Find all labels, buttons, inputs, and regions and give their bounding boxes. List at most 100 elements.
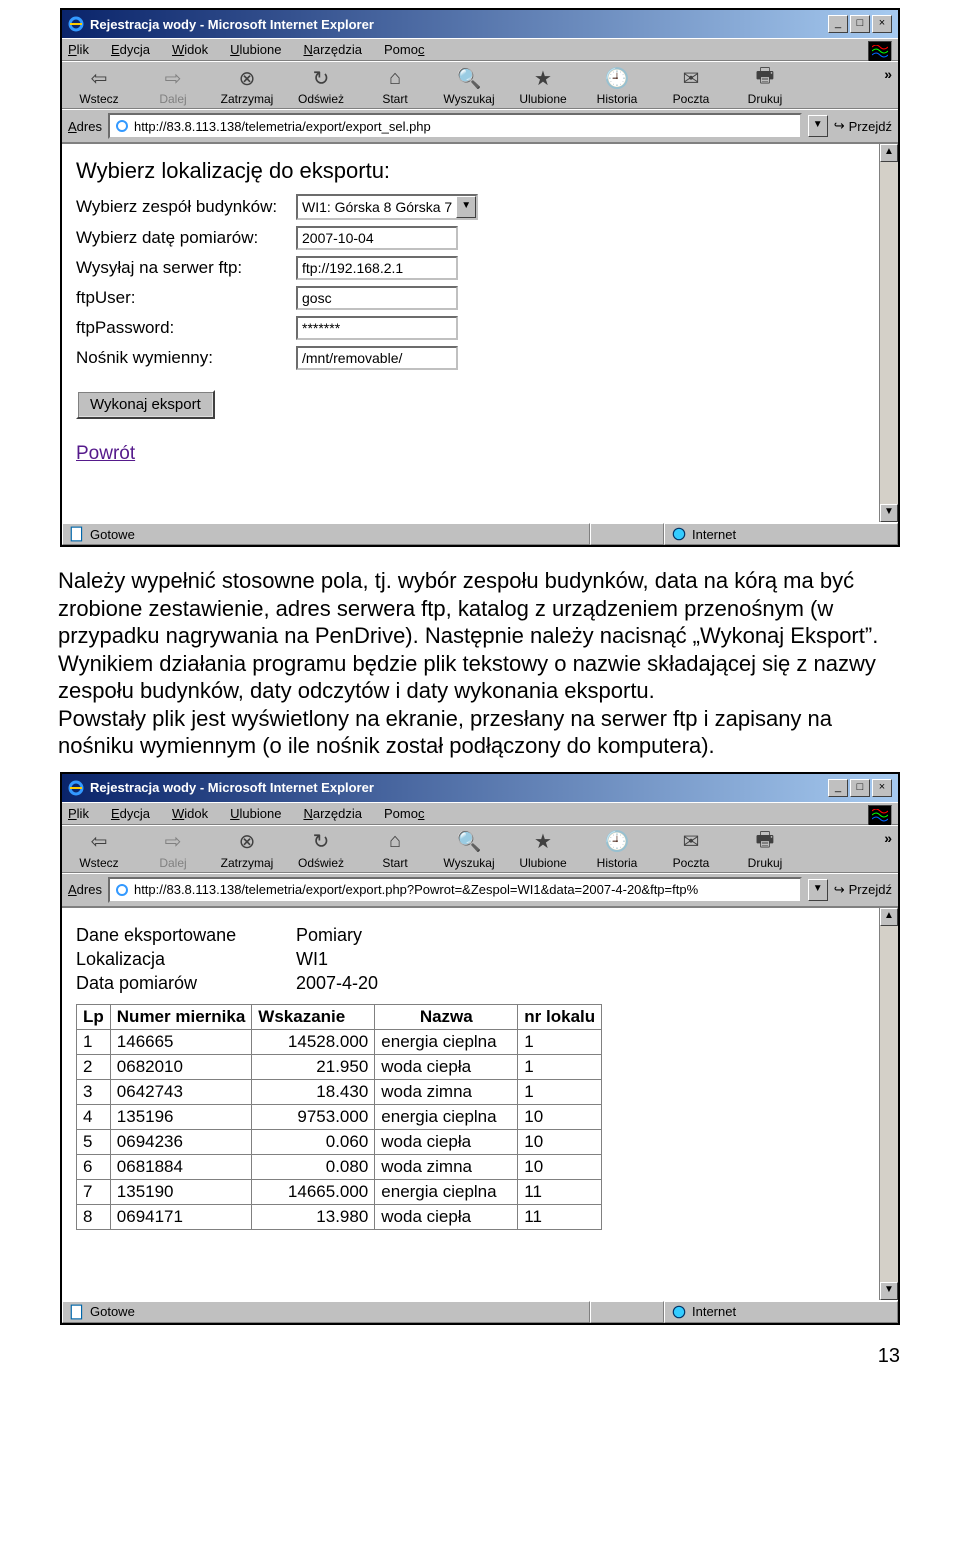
address-dropdown-icon[interactable]: ▼ (808, 115, 828, 137)
mail-button[interactable]: ✉Poczta (660, 830, 722, 870)
go-button[interactable]: ↪ Przejdź (834, 882, 892, 898)
menu-plik[interactable]: Plik (68, 806, 89, 821)
search-button[interactable]: 🔍Wyszukaj (438, 66, 500, 106)
refresh-button[interactable]: ↻Odśwież (290, 66, 352, 106)
address-field[interactable]: http://83.8.113.138/telemetria/export/ex… (108, 113, 802, 139)
input-data[interactable] (296, 226, 458, 250)
input-ftppass[interactable] (296, 316, 458, 340)
cell-wskazanie: 0.080 (252, 1154, 375, 1179)
close-button[interactable]: × (872, 779, 892, 797)
input-ftp[interactable] (296, 256, 458, 280)
toolbar-overflow-icon[interactable]: » (884, 66, 892, 82)
stop-button[interactable]: ⊗Zatrzymaj (216, 66, 278, 106)
address-field[interactable]: http://83.8.113.138/telemetria/export/ex… (108, 877, 802, 903)
minimize-button[interactable]: _ (828, 15, 848, 33)
info-row-3: Data pomiarów 2007-4-20 (76, 973, 884, 994)
menu-ulubione[interactable]: Ulubione (230, 806, 281, 821)
cell-wskazanie: 9753.000 (252, 1104, 375, 1129)
mail-icon: ✉ (660, 66, 722, 90)
cell-nazwa: energia cieplna (375, 1179, 518, 1204)
cell-nazwa: woda ciepła (375, 1129, 518, 1154)
toolbar-overflow-icon[interactable]: » (884, 830, 892, 846)
print-button[interactable]: 🖶Drukuj (734, 66, 796, 106)
back-link[interactable]: Powrót (76, 443, 135, 464)
mail-icon: ✉ (660, 830, 722, 854)
submit-button[interactable]: Wykonaj eksport (76, 390, 215, 419)
table-row: 41351969753.000energia cieplna10 (77, 1104, 602, 1129)
home-button[interactable]: ⌂Start (364, 830, 426, 870)
refresh-icon: ↻ (290, 830, 352, 854)
menu-narzedzia[interactable]: Narzędzia (303, 42, 362, 57)
menu-ulubione[interactable]: Ulubione (230, 42, 281, 57)
mail-button[interactable]: ✉Poczta (660, 66, 722, 106)
status-zone: Internet (664, 1301, 898, 1323)
back-button[interactable]: ⇦Wstecz (68, 830, 130, 870)
addressbar: Adres http://83.8.113.138/telemetria/exp… (62, 109, 898, 143)
maximize-button[interactable]: □ (850, 15, 870, 33)
chevron-down-icon[interactable]: ▼ (456, 196, 476, 218)
cell-nazwa: woda ciepła (375, 1204, 518, 1229)
input-ftpuser[interactable] (296, 286, 458, 310)
address-url: http://83.8.113.138/telemetria/export/ex… (134, 119, 431, 134)
statusbar: Gotowe Internet (62, 1300, 898, 1323)
scroll-up-icon[interactable]: ▲ (880, 144, 898, 162)
print-icon: 🖶 (734, 66, 796, 90)
forward-button[interactable]: ⇨Dalej (142, 830, 204, 870)
page-icon (114, 118, 130, 134)
page-heading: Wybierz lokalizację do eksportu: (76, 158, 884, 184)
cell-numer: 0694236 (110, 1129, 252, 1154)
address-url: http://83.8.113.138/telemetria/export/ex… (134, 882, 698, 897)
cell-numer: 0682010 (110, 1054, 252, 1079)
cell-lokal: 1 (518, 1029, 602, 1054)
menu-widok[interactable]: Widok (172, 42, 208, 57)
cell-lp: 3 (77, 1079, 111, 1104)
cell-lokal: 1 (518, 1054, 602, 1079)
close-button[interactable]: × (872, 15, 892, 33)
history-button[interactable]: 🕘Historia (586, 830, 648, 870)
menu-pomoc[interactable]: Pomoc (384, 806, 424, 821)
doc-icon (69, 1304, 85, 1320)
menu-edycja[interactable]: Edycja (111, 806, 150, 821)
scroll-down-icon[interactable]: ▼ (880, 504, 898, 522)
page-content: ▲ ▼ Dane eksportowane Pomiary Lokalizacj… (62, 907, 898, 1300)
cell-lp: 6 (77, 1154, 111, 1179)
label-ftp: Wysyłaj na serwer ftp: (76, 258, 296, 278)
cell-lokal: 11 (518, 1204, 602, 1229)
select-zespol[interactable]: WI1: Górska 8 Górska 7 ▼ (296, 194, 478, 220)
stop-button[interactable]: ⊗Zatrzymaj (216, 830, 278, 870)
cell-lokal: 10 (518, 1154, 602, 1179)
scroll-up-icon[interactable]: ▲ (880, 908, 898, 926)
address-dropdown-icon[interactable]: ▼ (808, 879, 828, 901)
forward-button[interactable]: ⇨Dalej (142, 66, 204, 106)
favorites-button[interactable]: ★Ulubione (512, 66, 574, 106)
menu-widok[interactable]: Widok (172, 806, 208, 821)
input-nosnik[interactable] (296, 346, 458, 370)
history-button[interactable]: 🕘Historia (586, 66, 648, 106)
maximize-button[interactable]: □ (850, 779, 870, 797)
titlebar[interactable]: Rejestracja wody - Microsoft Internet Ex… (62, 774, 898, 802)
menu-narzedzia[interactable]: Narzędzia (303, 806, 362, 821)
refresh-button[interactable]: ↻Odśwież (290, 830, 352, 870)
menu-pomoc[interactable]: Pomoc (384, 42, 424, 57)
col-lp: Lp (77, 1004, 111, 1029)
cell-wskazanie: 18.430 (252, 1079, 375, 1104)
cell-lp: 4 (77, 1104, 111, 1129)
print-button[interactable]: 🖶Drukuj (734, 830, 796, 870)
forward-icon: ⇨ (142, 830, 204, 854)
favorites-button[interactable]: ★Ulubione (512, 830, 574, 870)
cell-wskazanie: 14528.000 (252, 1029, 375, 1054)
home-button[interactable]: ⌂Start (364, 66, 426, 106)
minimize-button[interactable]: _ (828, 779, 848, 797)
window-buttons: _ □ × (828, 779, 892, 797)
scroll-down-icon[interactable]: ▼ (880, 1282, 898, 1300)
col-wskazanie: Wskazanie (252, 1004, 375, 1029)
menu-plik[interactable]: Plik (68, 42, 89, 57)
vertical-scrollbar[interactable]: ▲ ▼ (879, 144, 898, 522)
cell-nazwa: woda ciepła (375, 1054, 518, 1079)
menu-edycja[interactable]: Edycja (111, 42, 150, 57)
vertical-scrollbar[interactable]: ▲ ▼ (879, 908, 898, 1300)
go-button[interactable]: ↪ Przejdź (834, 118, 892, 134)
titlebar[interactable]: Rejestracja wody - Microsoft Internet Ex… (62, 10, 898, 38)
back-button[interactable]: ⇦Wstecz (68, 66, 130, 106)
search-button[interactable]: 🔍Wyszukaj (438, 830, 500, 870)
